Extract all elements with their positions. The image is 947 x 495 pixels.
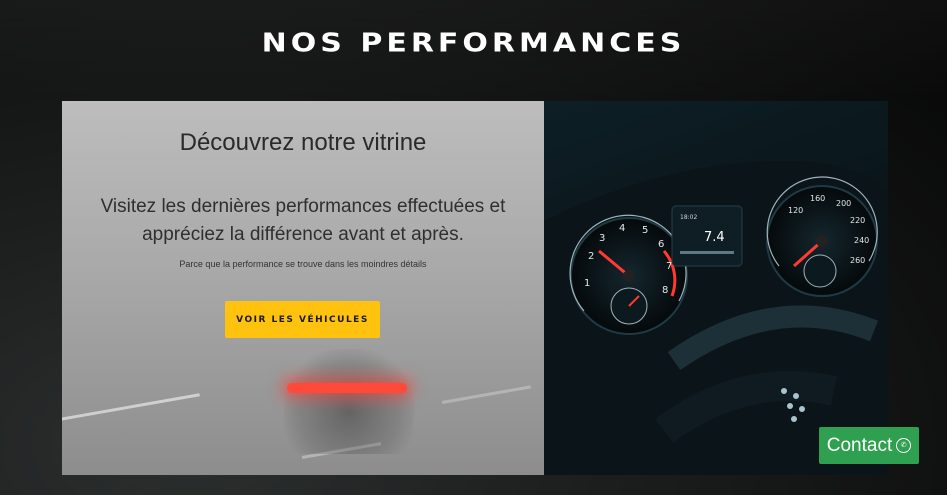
tach-label: 6 <box>658 239 664 250</box>
road-marking <box>62 393 200 424</box>
tach-label: 1 <box>584 278 590 289</box>
car-silhouette <box>284 349 414 454</box>
road-marking <box>441 385 531 404</box>
page-title: NOS PERFORMANCES <box>261 28 686 59</box>
tach-label: 7 <box>666 261 672 272</box>
dashboard-image: 1 2 3 4 5 6 7 8 18:02 7.4 120 160 200 22… <box>544 101 888 475</box>
speed-label: 120 <box>788 206 803 215</box>
showcase-tagline: Parce que la performance se trouve dans … <box>179 259 427 269</box>
whatsapp-icon: ✆ <box>896 438 912 453</box>
showcase-subtitle: Visitez les dernières performances effec… <box>100 196 506 245</box>
speed-label: 160 <box>810 194 825 203</box>
tach-label: 5 <box>642 225 648 236</box>
clock-readout: 18:02 <box>680 214 697 221</box>
tach-label: 4 <box>619 223 625 234</box>
view-vehicles-button[interactable]: VOIR LES VÉHICULES <box>225 301 380 338</box>
tach-label: 8 <box>662 285 668 296</box>
showcase-panel: Découvrez notre vitrine Visitez les dern… <box>62 101 544 475</box>
speed-readout: 7.4 <box>704 230 725 245</box>
speed-label: 220 <box>850 216 865 225</box>
tach-label: 3 <box>599 233 605 244</box>
contact-label: Contact <box>826 434 893 456</box>
speed-label: 240 <box>854 236 869 245</box>
showcase-heading: Découvrez notre vitrine <box>179 129 427 156</box>
speed-label: 260 <box>850 256 865 265</box>
contact-button[interactable]: Contact ✆ <box>819 427 919 464</box>
car-taillight <box>287 383 407 393</box>
dashboard-illustration: 1 2 3 4 5 6 7 8 18:02 7.4 120 160 200 22… <box>544 161 888 475</box>
speed-label: 200 <box>836 199 851 208</box>
tach-label: 2 <box>588 251 594 262</box>
center-display: 18:02 7.4 <box>671 205 743 267</box>
